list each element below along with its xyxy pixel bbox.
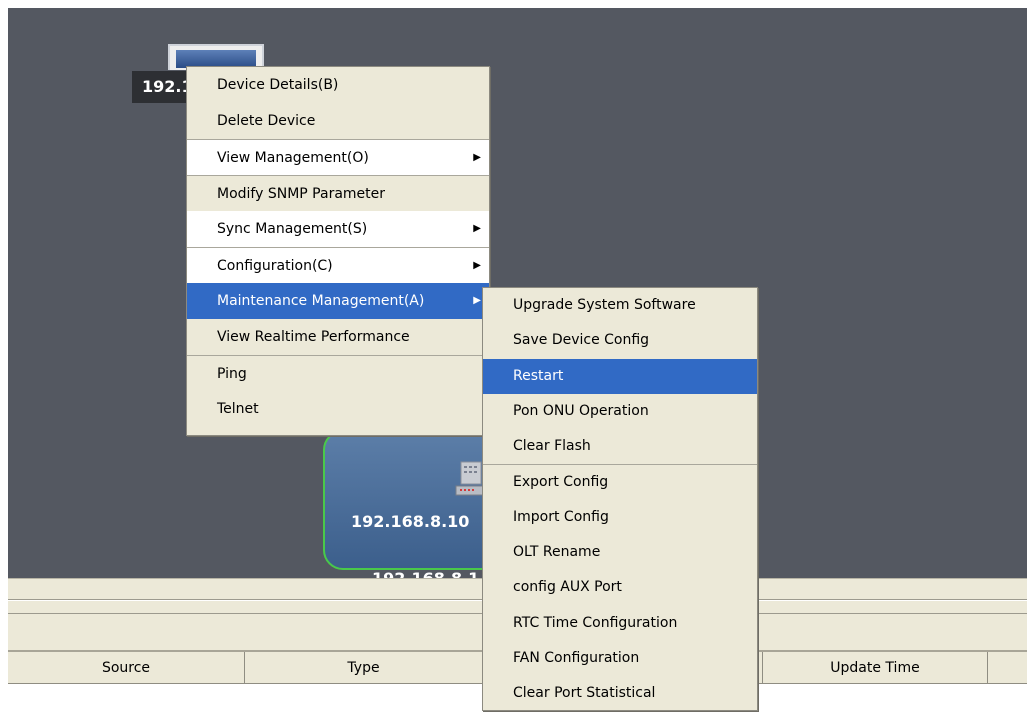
menu-item-label: Sync Management(S): [217, 221, 368, 237]
submenu-item-clear-flash[interactable]: Clear Flash: [483, 429, 757, 464]
submenu-item-restart[interactable]: Restart: [483, 358, 757, 394]
device-context-menu: Device Details(B) Delete Device View Man…: [186, 66, 490, 436]
submenu-item-olt-rename[interactable]: OLT Rename: [483, 535, 757, 570]
menu-item-label: Delete Device: [217, 113, 316, 129]
submenu-item-config-aux-port[interactable]: config AUX Port: [483, 570, 757, 605]
menu-item-label: OLT Rename: [513, 544, 601, 561]
menu-item-view-management[interactable]: View Management(O) ▶: [187, 139, 489, 175]
menu-item-label: View Management(O): [217, 150, 369, 166]
column-update-time[interactable]: Update Time: [763, 652, 988, 684]
menu-item-label: View Realtime Performance: [217, 329, 410, 345]
submenu-item-pon-onu-operation[interactable]: Pon ONU Operation: [483, 394, 757, 429]
column-type[interactable]: Type: [245, 652, 483, 684]
submenu-item-import-config[interactable]: Import Config: [483, 500, 757, 535]
submenu-item-rtc-time-configuration[interactable]: RTC Time Configuration: [483, 606, 757, 641]
menu-item-label: Configuration(C): [217, 258, 333, 274]
submenu-item-clear-port-statistical[interactable]: Clear Port Statistical: [483, 676, 757, 711]
menu-item-ping[interactable]: Ping: [187, 355, 489, 391]
menu-item-label: Pon ONU Operation: [513, 402, 649, 419]
node-ip-label: 192.168.8.10: [351, 512, 470, 531]
menu-item-label: Clear Flash: [513, 438, 591, 455]
menu-item-label: Ping: [217, 366, 247, 382]
menu-item-label: Device Details(B): [217, 77, 339, 93]
device-node-card[interactable]: 192.168.8.10: [323, 430, 503, 570]
submenu-arrow-icon: ▶: [473, 295, 481, 306]
menu-item-label: config AUX Port: [513, 579, 622, 596]
menu-item-delete-device[interactable]: Delete Device: [187, 103, 489, 139]
menu-item-label: Clear Port Statistical: [513, 685, 656, 702]
submenu-item-export-config[interactable]: Export Config: [483, 464, 757, 499]
submenu-item-save-device-config[interactable]: Save Device Config: [483, 323, 757, 358]
menu-item-label: FAN Configuration: [513, 649, 640, 666]
menu-item-modify-snmp[interactable]: Modify SNMP Parameter: [187, 175, 489, 211]
menu-item-label: Upgrade System Software: [513, 297, 696, 313]
submenu-item-upgrade-system-software[interactable]: Upgrade System Software: [483, 288, 757, 323]
column-source[interactable]: Source: [8, 652, 245, 684]
submenu-arrow-icon: ▶: [473, 260, 481, 271]
menu-item-view-realtime-performance[interactable]: View Realtime Performance: [187, 319, 489, 355]
menu-item-label: Modify SNMP Parameter: [217, 186, 386, 202]
menu-item-label: Restart: [513, 367, 564, 384]
maintenance-submenu: Upgrade System Software Save Device Conf…: [482, 287, 758, 711]
menu-item-label: RTC Time Configuration: [513, 614, 678, 631]
menu-item-label: Telnet: [217, 401, 259, 417]
menu-item-label: Import Config: [513, 508, 609, 525]
menu-item-sync-management[interactable]: Sync Management(S) ▶: [187, 211, 489, 247]
menu-item-telnet[interactable]: Telnet: [187, 391, 489, 427]
device-label: 192.1: [132, 71, 192, 103]
menu-item-configuration[interactable]: Configuration(C) ▶: [187, 247, 489, 283]
submenu-arrow-icon: ▶: [473, 152, 481, 163]
menu-item-device-details[interactable]: Device Details(B): [187, 67, 489, 103]
column-extra[interactable]: [988, 652, 1027, 684]
menu-item-maintenance-management[interactable]: Maintenance Management(A) ▶: [187, 283, 489, 319]
submenu-arrow-icon: ▶: [473, 223, 481, 234]
menu-item-label: Export Config: [513, 474, 609, 491]
menu-item-label: Save Device Config: [513, 332, 650, 349]
submenu-item-fan-configuration[interactable]: FAN Configuration: [483, 641, 757, 676]
menu-item-label: Maintenance Management(A): [217, 293, 425, 309]
